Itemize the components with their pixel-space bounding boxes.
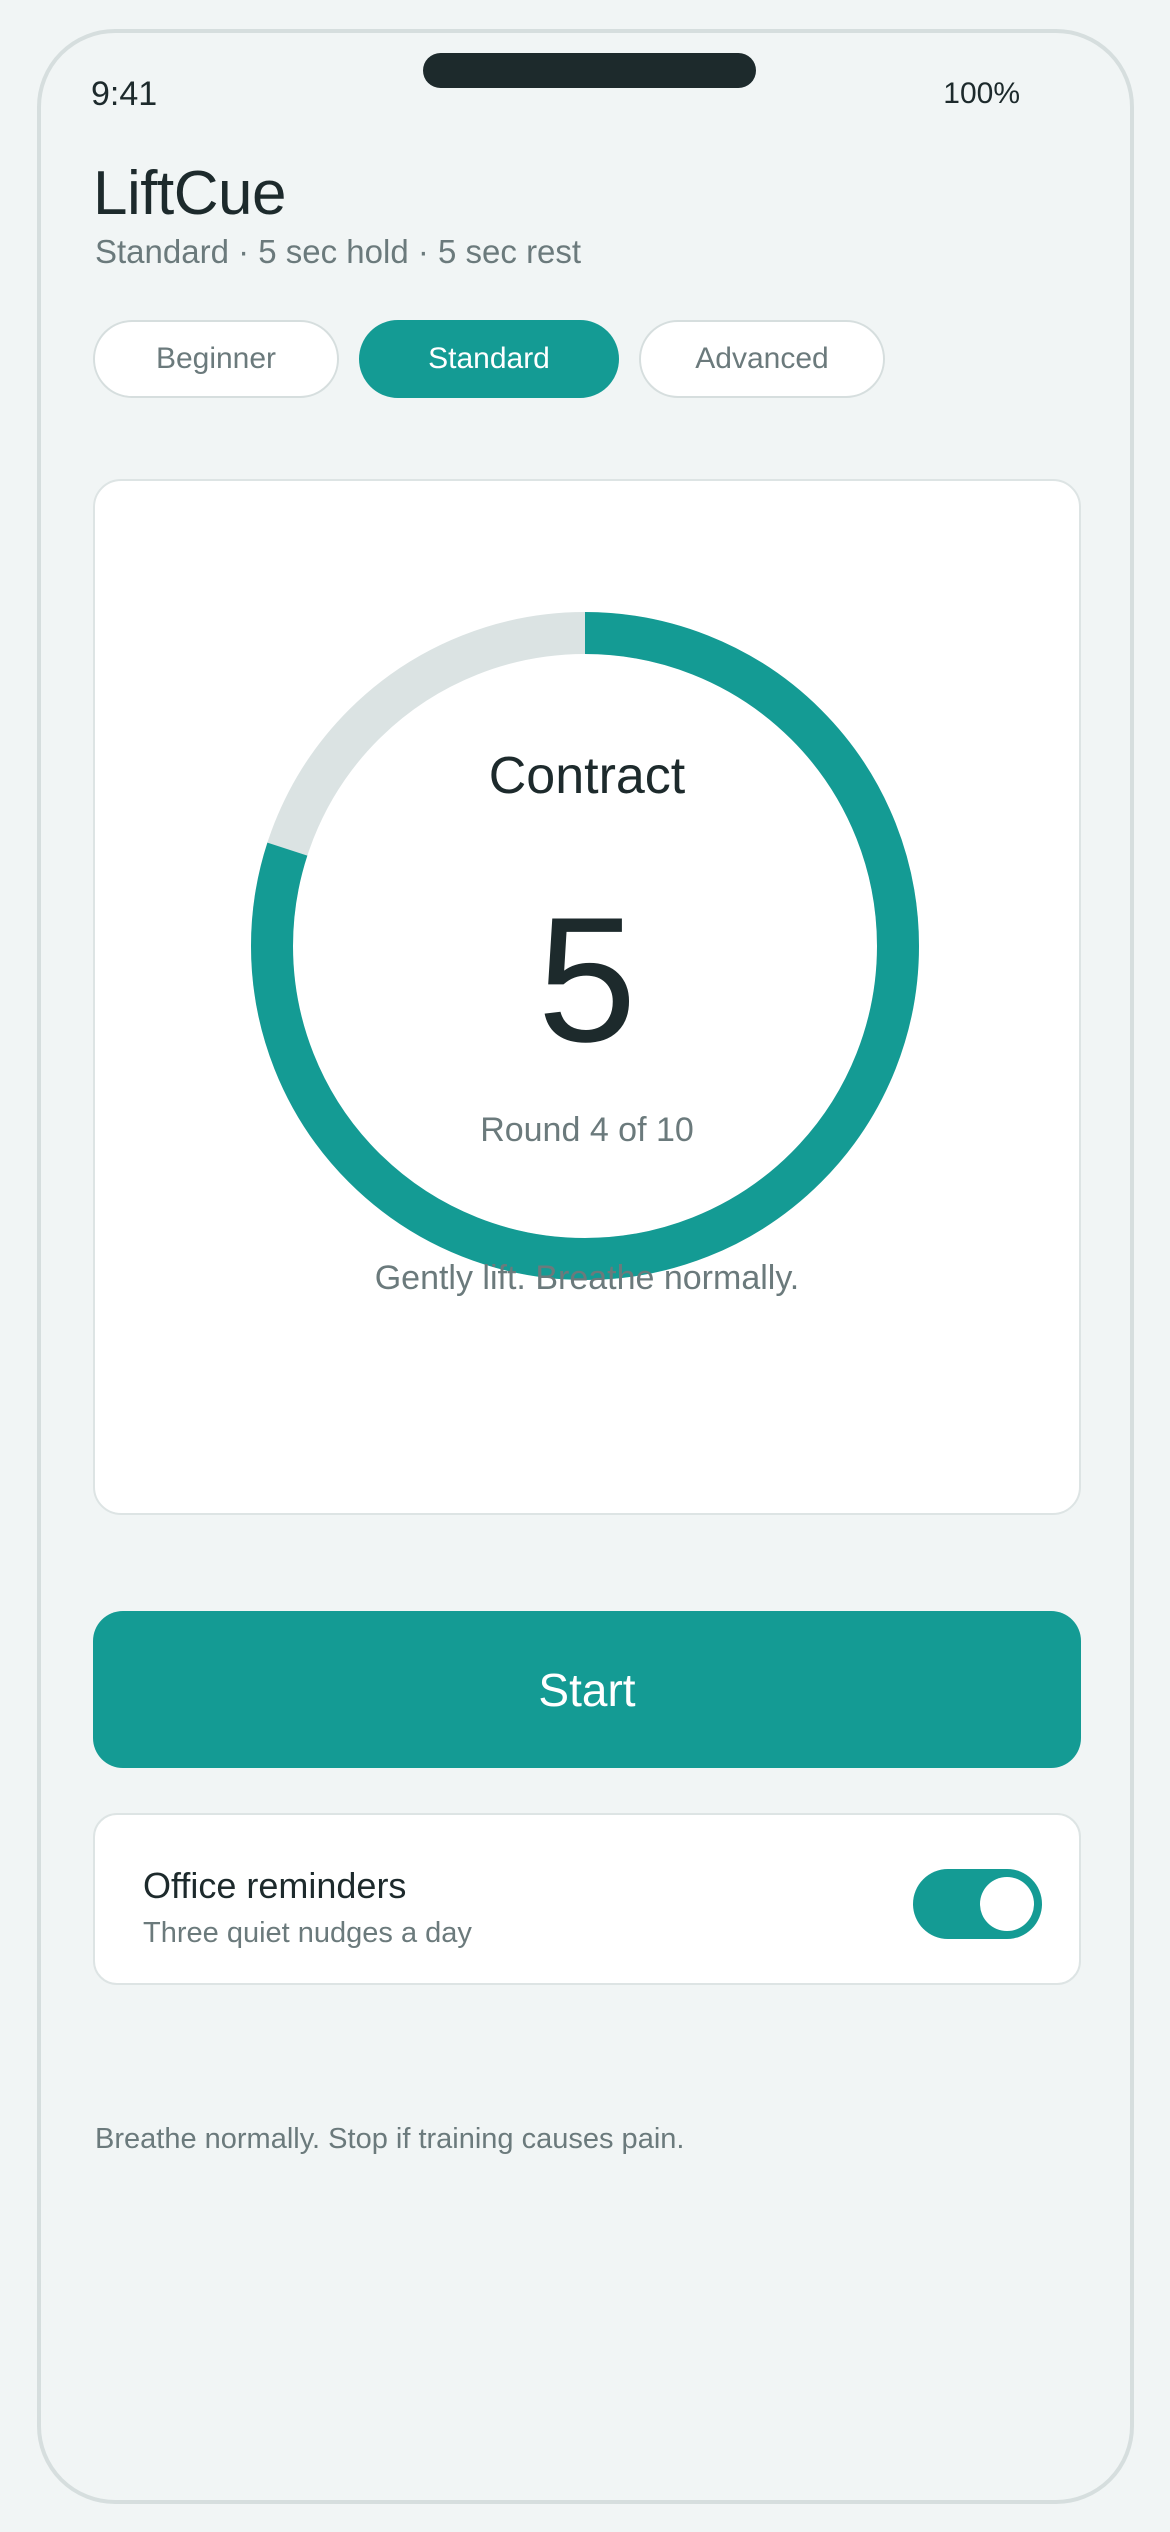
countdown-seconds: 5 [537, 880, 637, 1079]
dynamic-island [423, 53, 756, 88]
timer-card: Contract 5 Round 4 of 10 Gently lift. Br… [93, 479, 1081, 1515]
level-selector: Beginner Standard Advanced [93, 320, 885, 398]
app-title: LiftCue [93, 159, 286, 228]
reminders-description: Three quiet nudges a day [143, 1917, 472, 1949]
level-tab-standard[interactable]: Standard [359, 320, 619, 398]
level-tab-beginner[interactable]: Beginner [93, 320, 339, 398]
toggle-knob [980, 1877, 1034, 1931]
status-time: 9:41 [91, 75, 158, 113]
round-counter: Round 4 of 10 [480, 1111, 694, 1149]
breathing-cue: Gently lift. Breathe normally. [374, 1259, 800, 1297]
phone-frame: 9:41 100% LiftCue Standard · 5 sec hold … [37, 29, 1134, 2504]
reminders-toggle[interactable] [913, 1869, 1042, 1939]
level-tab-advanced[interactable]: Advanced [639, 320, 885, 398]
start-button[interactable]: Start [93, 1611, 1081, 1768]
phase-label: Contract [488, 747, 686, 805]
battery-level: 100% [943, 77, 1020, 110]
session-summary: Standard · 5 sec hold · 5 sec rest [95, 233, 582, 270]
reminders-title: Office reminders [143, 1865, 407, 1906]
reminders-card: Office reminders Three quiet nudges a da… [93, 1813, 1081, 1985]
safety-note: Breathe normally. Stop if training cause… [95, 2123, 685, 2155]
